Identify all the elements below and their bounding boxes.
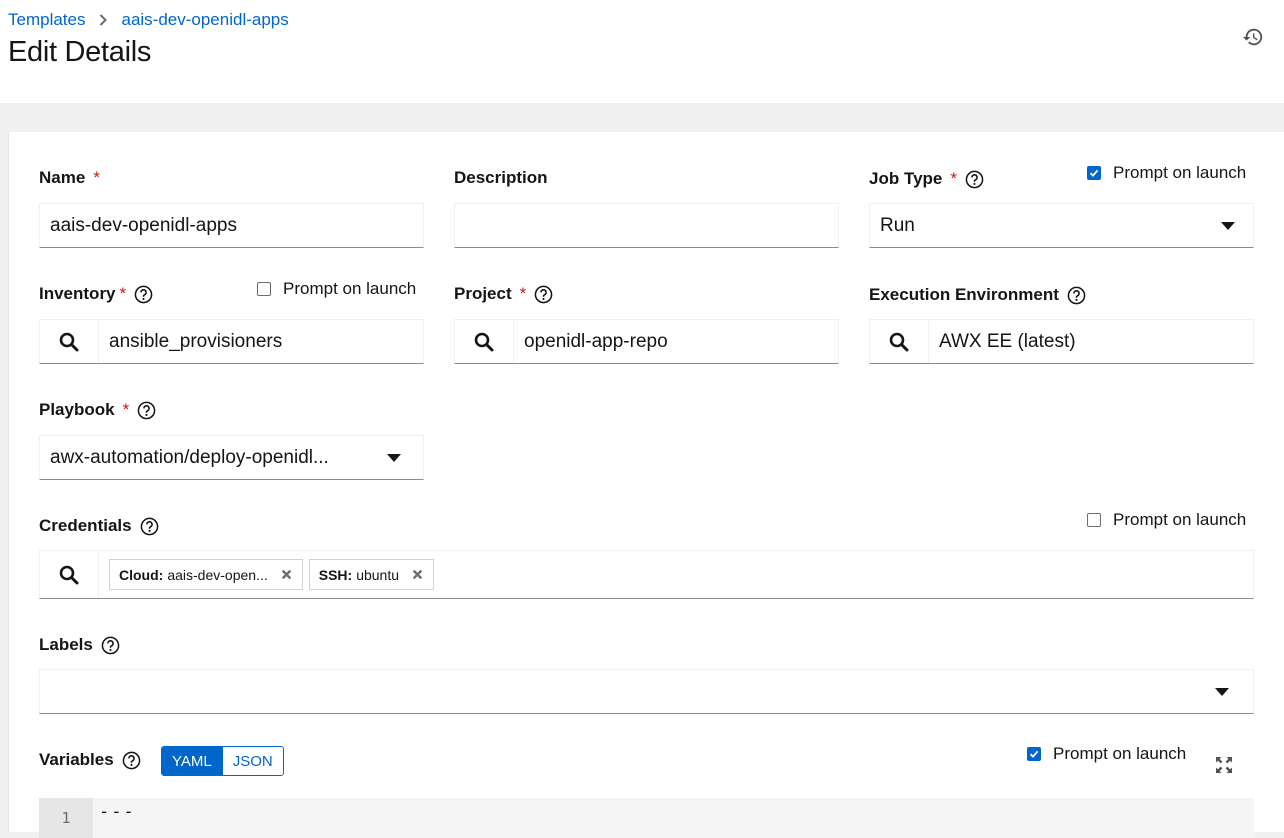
caret-down-icon [1215,688,1229,696]
job-type-prompt-checkbox[interactable]: Prompt on launch [1087,163,1246,183]
form-card: Name * aais-dev-openidl-apps Description … [8,132,1284,838]
breadcrumb: Templates aais-dev-openidl-apps [8,10,289,30]
project-search-button[interactable] [455,320,514,363]
job-type-select[interactable]: Run [869,203,1254,248]
name-label: Name * [39,168,100,187]
inventory-prompt-checkbox[interactable]: Prompt on launch [257,279,416,299]
description-input[interactable] [454,203,839,248]
help-icon[interactable] [140,517,159,536]
execution-environment-label: Execution Environment [869,285,1086,305]
project-label: Project * [454,284,553,304]
variables-prompt-checkbox[interactable]: Prompt on launch [1027,744,1186,764]
expand-editor-button[interactable] [1214,755,1234,775]
variables-format-toggle: YAML JSON [161,746,284,776]
labels-select[interactable] [39,669,1254,714]
breadcrumb-templates-link[interactable]: Templates [8,10,85,30]
credential-chip-cloud: Cloud: aais-dev-open... [109,559,303,590]
execution-environment-value[interactable]: AWX EE (latest) [929,320,1076,363]
caret-down-icon [387,454,401,462]
checkbox-checked-icon [1027,747,1041,761]
help-icon[interactable] [122,751,141,770]
search-icon [59,565,79,584]
checkbox-unchecked-icon [1087,513,1101,527]
page-header: Templates aais-dev-openidl-apps Edit Det… [0,0,1284,103]
help-icon[interactable] [134,285,153,304]
history-button[interactable] [1240,26,1266,52]
labels-label: Labels [39,635,120,655]
search-icon [889,332,909,351]
credentials-search-button[interactable] [40,551,99,598]
credential-chip-ssh: SSH: ubuntu [308,559,435,590]
help-icon[interactable] [534,285,553,304]
credentials-chip-group: Cloud: aais-dev-open... SSH: ubuntu [99,551,440,598]
search-icon [474,332,494,351]
yaml-toggle-button[interactable]: YAML [162,747,222,775]
credentials-prompt-checkbox[interactable]: Prompt on launch [1087,510,1246,530]
editor-line-text: --- [99,802,136,822]
variables-label: Variables [39,750,141,770]
credentials-label: Credentials [39,516,159,536]
caret-down-icon [1221,222,1235,230]
playbook-select[interactable]: awx-automation/deploy-openidl... [39,435,424,480]
project-value[interactable]: openidl-app-repo [514,320,668,363]
search-icon [59,332,79,351]
execution-environment-search-button[interactable] [870,320,929,363]
chevron-right-icon [99,14,108,26]
credentials-lookup: Cloud: aais-dev-open... SSH: ubuntu [39,550,1254,599]
variables-code-editor[interactable]: 1 --- [39,798,1254,838]
execution-environment-lookup: AWX EE (latest) [869,319,1254,364]
json-toggle-button[interactable]: JSON [221,747,283,775]
project-lookup: openidl-app-repo [454,319,839,364]
name-input[interactable]: aais-dev-openidl-apps [39,203,424,248]
checkbox-unchecked-icon [257,282,271,296]
help-icon[interactable] [965,170,984,189]
inventory-value[interactable]: ansible_provisioners [99,320,282,363]
checkbox-checked-icon [1087,166,1101,180]
expand-icon [1216,757,1232,773]
inventory-search-button[interactable] [40,320,99,363]
close-icon[interactable] [412,569,423,580]
help-icon[interactable] [137,401,156,420]
description-label: Description [454,168,548,187]
breadcrumb-current-link[interactable]: aais-dev-openidl-apps [121,10,288,30]
job-type-label: Job Type * [869,169,984,189]
page-title: Edit Details [8,36,152,68]
history-icon [1242,26,1264,53]
help-icon[interactable] [1067,286,1086,305]
editor-line-number: 1 [39,798,93,838]
playbook-label: Playbook * [39,400,156,420]
inventory-lookup: ansible_provisioners [39,319,424,364]
help-icon[interactable] [101,636,120,655]
inventory-label: Inventory * [39,284,153,304]
close-icon[interactable] [281,569,292,580]
